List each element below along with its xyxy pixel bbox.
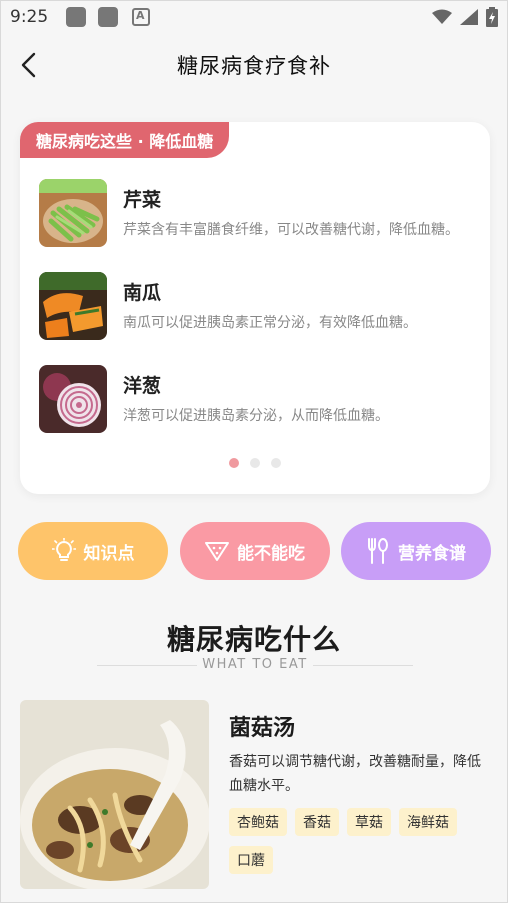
a-letter-icon [132,8,150,26]
recipe-name[interactable]: 菌菇汤 [229,710,295,742]
section-subtitle: WHAT TO EAT [202,657,308,672]
pumpkin-image [39,272,107,340]
recipes-label: 营养食谱 [398,543,466,564]
pagination-dot-active[interactable] [229,458,239,468]
recipe-tag[interactable]: 口蘑 [229,846,273,874]
watermelon-icon [205,542,229,561]
recipe-tag[interactable]: 海鲜菇 [399,808,457,836]
food-desc: 芹菜含有丰富膳食纤维，可以改善糖代谢，降低血糖。 [123,222,459,238]
notification-square-icon [66,7,86,27]
recipe-tag[interactable]: 草菇 [347,808,391,836]
food-item-celery[interactable]: 芹菜 芹菜含有丰富膳食纤维，可以改善糖代谢，降低血糖。 [39,179,479,249]
carousel-pagination [20,458,490,468]
food-name: 芹菜 [123,189,162,211]
page-title: 糖尿病食疗食补 [177,54,331,78]
recipe-tag[interactable]: 香菇 [295,808,339,836]
lightbulb-icon [51,538,76,561]
wifi-icon [432,9,452,24]
food-name: 洋葱 [123,375,162,397]
can-eat-label: 能不能吃 [237,543,305,564]
card-badge: 糖尿病吃这些 · 降低血糖 [20,122,230,158]
onion-image [39,365,107,433]
status-time: 9:25 [10,7,49,27]
celery-image [39,179,107,247]
food-item-pumpkin[interactable]: 南瓜 南瓜可以促进胰岛素正常分泌，有效降低血糖。 [39,272,479,342]
pagination-dot[interactable] [250,458,260,468]
fork-spoon-icon [368,538,388,564]
food-desc: 南瓜可以促进胰岛素正常分泌，有效降低血糖。 [123,315,417,331]
knowledge-label: 知识点 [83,543,135,564]
battery-icon [486,7,498,27]
app-header: 糖尿病食疗食补 [0,34,508,96]
signal-icon [460,9,478,25]
food-item-onion[interactable]: 洋葱 洋葱可以促进胰岛素分泌，从而降低血糖。 [39,365,479,435]
food-name: 南瓜 [123,282,162,304]
knowledge-button[interactable]: 知识点 [18,522,168,580]
recipes-button[interactable]: 营养食谱 [341,522,491,580]
recipe-desc: 香菇可以调节糖代谢，改善糖耐量，降低血糖水平。 [229,754,481,794]
section-title: 糖尿病吃什么 [166,623,341,656]
status-bar: 9:25 [0,0,508,34]
recipe-tags: 杏鲍菇 香菇 草菇 海鲜菇 口蘑 [229,808,489,874]
pagination-dot[interactable] [271,458,281,468]
featured-food-card[interactable]: 糖尿病吃这些 · 降低血糖 芹菜 芹菜含有丰富膳食纤维，可以改善糖代谢，降低血糖… [20,122,490,494]
section-subtitle-row: WHAT TO EAT [97,656,413,676]
recipe-tag[interactable]: 杏鲍菇 [229,808,287,836]
can-eat-button[interactable]: 能不能吃 [180,522,330,580]
mushroom-soup-image[interactable] [20,700,209,889]
notification-square-icon [98,7,118,27]
food-desc: 洋葱可以促进胰岛素分泌，从而降低血糖。 [123,408,389,424]
